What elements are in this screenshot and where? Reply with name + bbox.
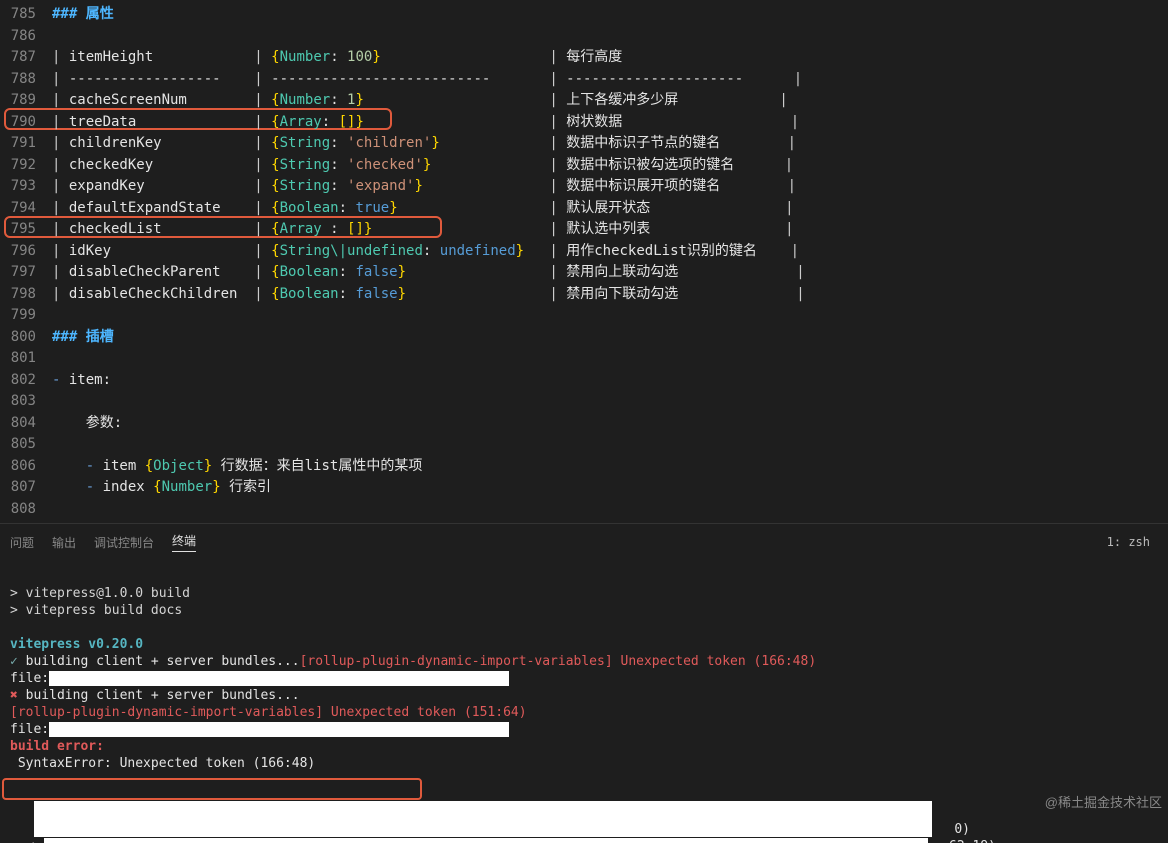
redacted-block <box>44 838 928 843</box>
terminal-output[interactable]: > vitepress@1.0.0 build > vitepress buil… <box>0 558 1168 843</box>
build-error-label: build error: <box>10 739 104 754</box>
line-number: 799 <box>0 305 52 327</box>
syntax-error: SyntaxError: Unexpected token (166:48) <box>10 756 315 771</box>
line-number: 785 <box>0 4 52 26</box>
editor-pane[interactable]: 785### 属性 786 787| itemHeight | {Number:… <box>0 0 1168 523</box>
vitepress-version: vitepress v0.20.0 <box>10 637 143 652</box>
line-number: 806 <box>0 456 52 478</box>
watermark: @稀土掘金技术社区 <box>1045 794 1162 811</box>
line-number: 794 <box>0 198 52 220</box>
tab-debug-console[interactable]: 调试控制台 <box>94 534 154 551</box>
line-number: 801 <box>0 348 52 370</box>
line-number: 786 <box>0 26 52 48</box>
line-number: 787 <box>0 47 52 69</box>
line-number: 793 <box>0 176 52 198</box>
line-number: 803 <box>0 391 52 413</box>
line-number: 800 <box>0 327 52 349</box>
heading-slots: ### 插槽 <box>52 329 114 345</box>
highlight-syntax-error <box>2 778 422 800</box>
line-number: 788 <box>0 69 52 91</box>
line-number: 802 <box>0 370 52 392</box>
line-number: 807 <box>0 477 52 499</box>
line-number: 808 <box>0 499 52 521</box>
line-number: 797 <box>0 262 52 284</box>
line-number: 795 <box>0 219 52 241</box>
heading-attributes: ### 属性 <box>52 6 114 22</box>
redacted-block <box>49 722 509 737</box>
line-number: 792 <box>0 155 52 177</box>
redacted-block <box>34 801 932 837</box>
line-number: 796 <box>0 241 52 263</box>
line-number: 791 <box>0 133 52 155</box>
tab-output[interactable]: 输出 <box>52 534 76 551</box>
terminal-selector[interactable]: 1: zsh <box>1107 535 1158 549</box>
line-number: 805 <box>0 434 52 456</box>
tab-problems[interactable]: 问题 <box>10 534 34 551</box>
panel-tabs: 问题 输出 调试控制台 终端 1: zsh <box>0 524 1168 558</box>
tab-terminal[interactable]: 终端 <box>172 532 196 552</box>
line-number: 790 <box>0 112 52 134</box>
bottom-panel: 问题 输出 调试控制台 终端 1: zsh > vitepress@1.0.0 … <box>0 523 1168 843</box>
line-number: 798 <box>0 284 52 306</box>
redacted-block <box>49 671 509 686</box>
line-number: 804 <box>0 413 52 435</box>
line-number: 789 <box>0 90 52 112</box>
